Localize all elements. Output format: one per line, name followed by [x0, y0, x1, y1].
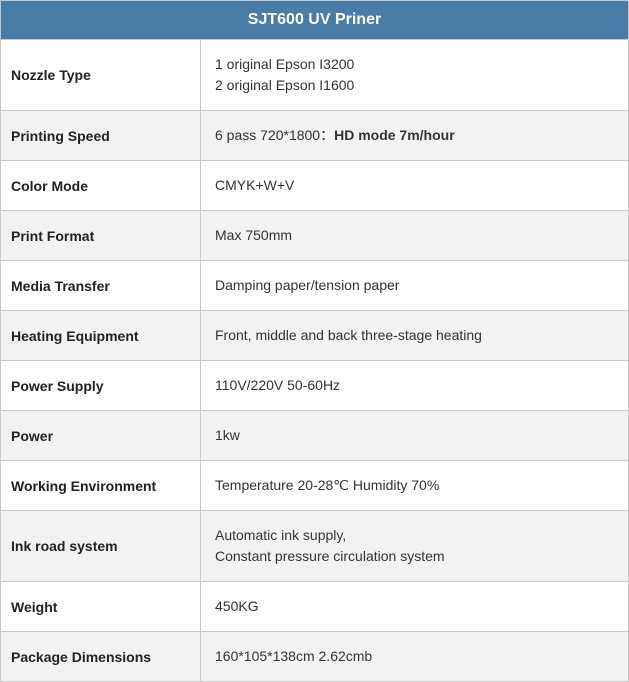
value-text: Front, middle and back three-stage heati… [215, 325, 482, 346]
table-row: Power Supply 110V/220V 50-60Hz [1, 360, 628, 410]
row-label-color-mode: Color Mode [1, 161, 201, 210]
row-label-power-supply: Power Supply [1, 361, 201, 410]
value-text: Temperature 20-28℃ Humidity 70% [215, 475, 439, 496]
row-value-power-supply: 110V/220V 50-60Hz [201, 361, 628, 410]
table-row: Weight 450KG [1, 581, 628, 631]
row-label-power: Power [1, 411, 201, 460]
table-row: Package Dimensions 160*105*138cm 2.62cmb [1, 631, 628, 681]
table-row: Nozzle Type 1 original Epson I3200 2 orig… [1, 39, 628, 110]
row-label-package-dimensions: Package Dimensions [1, 632, 201, 681]
table-title: SJT600 UV Priner [248, 11, 381, 28]
value-text: 160*105*138cm 2.62cmb [215, 646, 372, 667]
row-value-media-transfer: Damping paper/tension paper [201, 261, 628, 310]
row-label-media-transfer: Media Transfer [1, 261, 201, 310]
value-text: 1 original Epson I3200 2 original Epson … [215, 54, 354, 96]
row-label-weight: Weight [1, 582, 201, 631]
row-value-ink-road-system: Automatic ink supply, Constant pressure … [201, 511, 628, 581]
row-value-print-format: Max 750mm [201, 211, 628, 260]
row-label-print-format: Print Format [1, 211, 201, 260]
row-label-heating-equipment: Heating Equipment [1, 311, 201, 360]
value-text: CMYK+W+V [215, 175, 294, 196]
table-row: Power 1kw [1, 410, 628, 460]
value-bold: HD mode 7m/hour [334, 125, 455, 146]
spec-table: SJT600 UV Priner Nozzle Type 1 original E… [0, 0, 629, 682]
row-value-nozzle-type: 1 original Epson I3200 2 original Epson … [201, 40, 628, 110]
value-text: 1kw [215, 425, 240, 446]
row-label-working-environment: Working Environment [1, 461, 201, 510]
table-row: Print Format Max 750mm [1, 210, 628, 260]
value-text: Damping paper/tension paper [215, 275, 399, 296]
value-text: Automatic ink supply, Constant pressure … [215, 525, 445, 567]
value-text: 450KG [215, 596, 259, 617]
row-value-package-dimensions: 160*105*138cm 2.62cmb [201, 632, 628, 681]
row-value-color-mode: CMYK+W+V [201, 161, 628, 210]
table-row: Color Mode CMYK+W+V [1, 160, 628, 210]
row-value-printing-speed: 6 pass 720*1800：HD mode 7m/hour [201, 111, 628, 160]
row-value-weight: 450KG [201, 582, 628, 631]
row-value-working-environment: Temperature 20-28℃ Humidity 70% [201, 461, 628, 510]
table-row: Heating Equipment Front, middle and back … [1, 310, 628, 360]
value-text: 110V/220V 50-60Hz [215, 375, 340, 396]
row-label-ink-road-system: Ink road system [1, 511, 201, 581]
row-label-nozzle-type: Nozzle Type [1, 40, 201, 110]
value-text: 6 pass 720*1800： [215, 125, 334, 146]
row-value-heating-equipment: Front, middle and back three-stage heati… [201, 311, 628, 360]
table-row: Ink road system Automatic ink supply, Con… [1, 510, 628, 581]
table-header: SJT600 UV Priner [1, 1, 628, 39]
row-value-power: 1kw [201, 411, 628, 460]
value-text: Max 750mm [215, 225, 292, 246]
table-row: Working Environment Temperature 20-28℃ Hu… [1, 460, 628, 510]
table-row: Media Transfer Damping paper/tension pape… [1, 260, 628, 310]
table-row: Printing Speed6 pass 720*1800：HD mode 7m… [1, 110, 628, 160]
row-label-printing-speed: Printing Speed [1, 111, 201, 160]
